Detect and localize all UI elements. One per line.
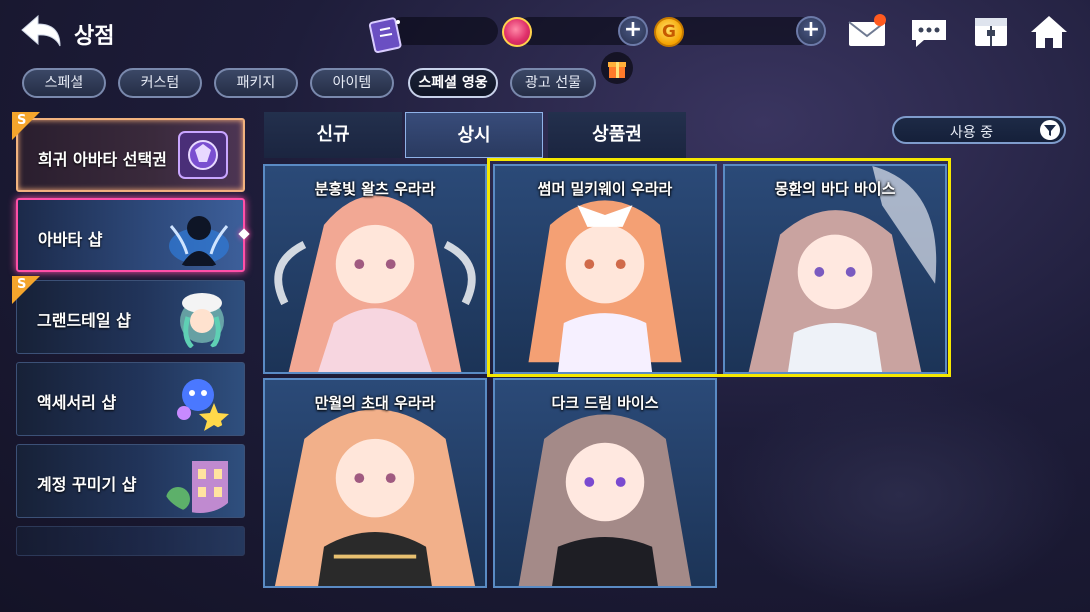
add-gold-button[interactable]: + [796,16,826,46]
add-gem-button[interactable]: + [618,16,648,46]
tab-package[interactable]: 패키지 [214,68,298,98]
selection-highlight [487,158,951,377]
gold-bar [664,17,814,45]
tab-special[interactable]: 스페셜 [22,68,106,98]
ticket-icon[interactable] [366,14,406,54]
gold-coin-icon: G [654,17,684,47]
hero-name: 다크 드림 바이스 [551,394,659,412]
sidebar-item-label: 계정 꾸미기 샵 [37,475,137,494]
accessory-star-icon [177,379,229,431]
sidebar-item-label: 아바타 샵 [38,230,103,249]
page-title: 상점 [74,24,115,49]
grandtale-character-icon [180,293,224,349]
hero-card[interactable]: 만월의 초대 우라라 [263,378,487,588]
wardrobe-icon[interactable] [970,12,1012,52]
avatar-ticket-icon [178,131,228,179]
tab-permanent[interactable]: 상시 [405,112,543,158]
mail-icon[interactable] [846,12,888,52]
gem-icon [502,17,532,47]
top-bar: 상점 + G + [0,0,1090,84]
hero-card[interactable]: 다크 드림 바이스 [493,378,717,588]
sidebar-item-rare-avatar-ticket[interactable]: 희귀 아바타 선택권 [16,118,245,192]
sidebar-item-accessory-shop[interactable]: 액세서리 샵 [16,362,245,436]
sidebar-item-label: 희귀 아바타 선택권 [38,150,167,169]
filter-label: 사용 중 [950,125,994,141]
filter-dropdown[interactable]: 사용 중 [892,116,1066,144]
tab-special-hero[interactable]: 스페셜 영웅 [408,68,498,98]
chat-icon[interactable] [908,12,950,52]
back-arrow-icon[interactable] [18,12,66,52]
sidebar-item-account-decoration-shop[interactable]: 계정 꾸미기 샵 [16,444,245,518]
sidebar-item-more[interactable] [16,526,245,556]
sidebar-item-label: 액세서리 샵 [37,393,117,412]
home-icon[interactable] [1028,12,1070,52]
sidebar-item-grandtale-shop[interactable]: 그랜드테일 샵 [16,280,245,354]
tab-new[interactable]: 신규 [264,112,402,158]
gift-icon[interactable] [601,52,633,84]
background-glow [720,380,1080,610]
sidebar-item-label: 그랜드테일 샵 [37,311,131,330]
tab-voucher[interactable]: 상품권 [548,112,686,158]
tab-ad-gift[interactable]: 광고 선물 [510,68,596,98]
sidebar-item-avatar-shop[interactable]: 아바타 샵 [16,198,245,272]
avatar-silhouette-icon [169,216,229,266]
tab-custom[interactable]: 커스텀 [118,68,202,98]
hero-name: 만월의 초대 우라라 [314,394,436,412]
filter-icon[interactable] [1038,119,1062,141]
hero-name: 분홍빛 왈츠 우라라 [314,180,436,198]
decoration-building-icon [166,461,228,513]
tab-item[interactable]: 아이템 [310,68,394,98]
hero-card[interactable]: 분홍빛 왈츠 우라라 [263,164,487,374]
